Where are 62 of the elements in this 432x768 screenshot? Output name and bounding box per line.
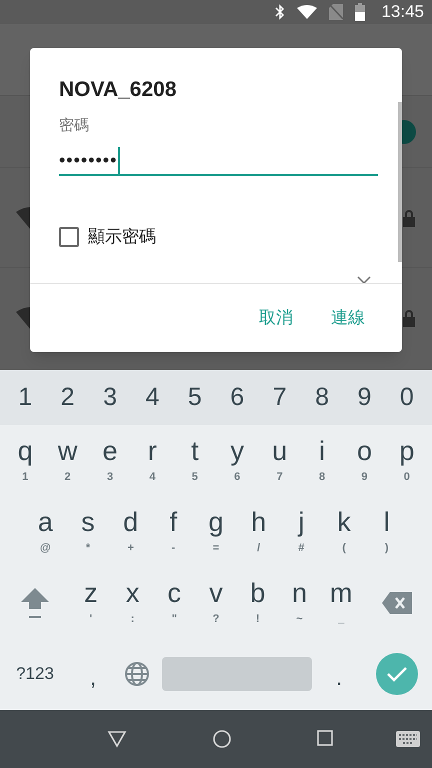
password-value: ••••••••	[59, 148, 118, 172]
symbols-key[interactable]: ?123	[0, 638, 70, 709]
keyboard-key[interactable]: ,	[70, 638, 116, 709]
keyboard-key[interactable]: d +	[109, 496, 152, 567]
keyboard-key[interactable]: o 9	[343, 425, 386, 496]
shift-arrow-icon	[20, 586, 50, 620]
keyboard-key[interactable]: z '	[70, 567, 112, 638]
number-key[interactable]: 6	[216, 378, 258, 416]
backspace-icon	[382, 592, 412, 614]
no-sim-icon	[329, 4, 344, 20]
keyboard-key[interactable]: l )	[365, 496, 408, 567]
keyboard-key[interactable]: s *	[66, 496, 110, 567]
number-key[interactable]: 5	[174, 378, 216, 416]
show-password-label: 顯示密碼	[88, 226, 156, 248]
wifi-signal-icon	[297, 5, 318, 19]
password-label: 密碼	[59, 116, 90, 136]
keyboard-key[interactable]: i 8	[300, 425, 344, 496]
keyboard-key[interactable]: g =	[194, 496, 238, 567]
keyboard-key[interactable]: r 4	[131, 425, 174, 496]
keyboard-key[interactable]: f -	[152, 496, 195, 567]
keyboard-key[interactable]: w 2	[46, 425, 89, 496]
lock-icon	[402, 208, 416, 226]
number-key[interactable]: 0	[386, 378, 428, 416]
number-key[interactable]: 4	[131, 378, 174, 416]
checkmark-icon	[386, 666, 408, 682]
number-key[interactable]: 3	[88, 378, 132, 416]
number-key[interactable]: 1	[4, 378, 46, 416]
keyboard-key[interactable]: v ?	[195, 567, 237, 638]
keyboard-key[interactable]: a @	[24, 496, 67, 567]
keyboard-key[interactable]: k (	[322, 496, 366, 567]
bluetooth-icon	[275, 4, 286, 20]
number-key[interactable]: 8	[300, 378, 344, 416]
chevron-icon[interactable]	[357, 276, 371, 283]
text-cursor	[118, 146, 120, 174]
clock: 13:45	[381, 1, 424, 24]
keyboard-key[interactable]: e 3	[88, 425, 132, 496]
globe-icon	[124, 660, 150, 686]
keyboard-key[interactable]: q 1	[4, 425, 46, 496]
keyboard-key[interactable]: .	[316, 638, 362, 709]
keyboard-key[interactable]: p 0	[386, 425, 428, 496]
number-key[interactable]: 7	[258, 378, 301, 416]
keyboard-key[interactable]: n ~	[278, 567, 320, 638]
keyboard-icon[interactable]	[396, 731, 420, 747]
keyboard-key[interactable]: b !	[236, 567, 279, 638]
keyboard-key[interactable]: h /	[237, 496, 280, 567]
back-icon[interactable]	[107, 730, 127, 748]
home-icon[interactable]	[213, 730, 231, 748]
keyboard-key[interactable]: t 5	[174, 425, 216, 496]
number-key[interactable]: 9	[343, 378, 386, 416]
keyboard-key[interactable]: y 6	[216, 425, 258, 496]
show-password-checkbox[interactable]	[59, 226, 79, 247]
keyboard-key[interactable]: c "	[153, 567, 196, 638]
keyboard-key[interactable]: j #	[280, 496, 323, 567]
lock-icon	[402, 309, 416, 327]
keyboard-key[interactable]: u 7	[258, 425, 301, 496]
battery-icon	[355, 3, 366, 21]
keyboard-key[interactable]: x :	[112, 567, 154, 638]
password-field[interactable]: ••••••••	[59, 146, 378, 176]
number-key[interactable]: 2	[46, 378, 89, 416]
keyboard-key[interactable]: m _	[320, 567, 362, 638]
recents-icon[interactable]	[317, 730, 333, 746]
dialog-title: NOVA_6208	[59, 77, 178, 103]
